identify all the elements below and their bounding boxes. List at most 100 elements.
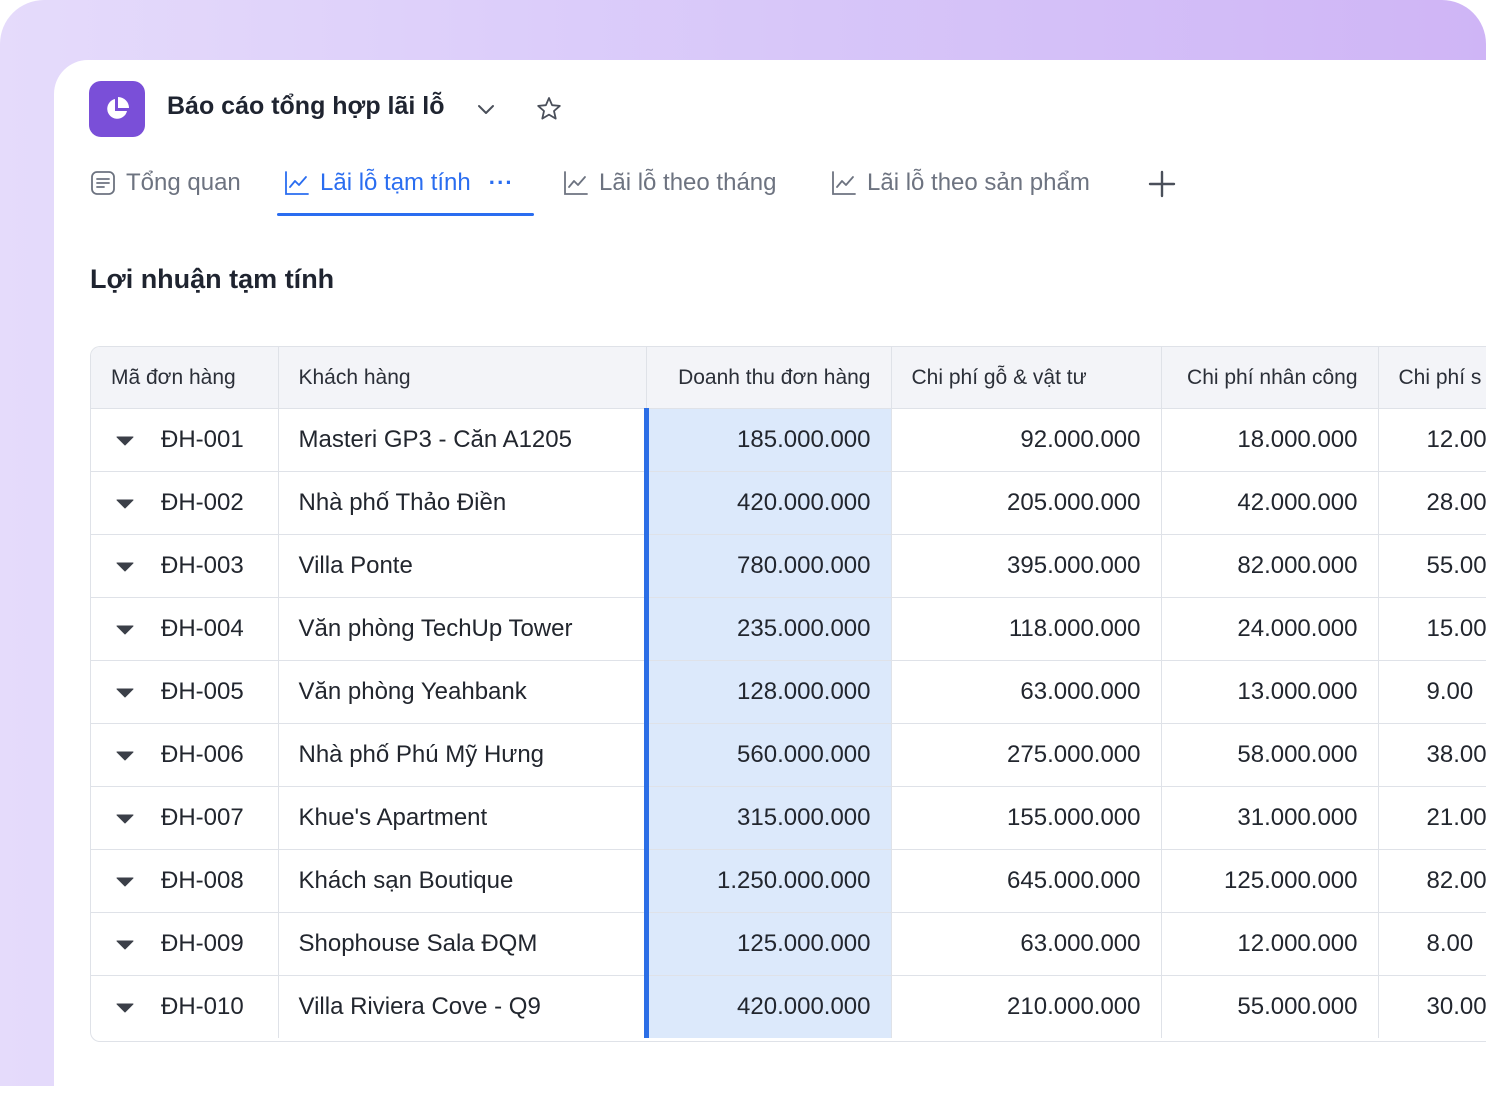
column-header[interactable]: Chi phí s: [1378, 347, 1486, 409]
table-cell: 12.000.000: [1161, 912, 1379, 976]
order-id: ĐH-008: [161, 867, 244, 894]
table-cell: ĐH-009: [91, 912, 279, 976]
tab-label: Lãi lỗ theo sản phẩm: [867, 169, 1090, 196]
column-header[interactable]: Mã đơn hàng: [91, 347, 279, 409]
table-cell: ĐH-008: [91, 849, 279, 913]
table-cell: 24.000.000: [1161, 597, 1379, 661]
table-cell: 560.000.000: [643, 723, 892, 787]
table-cell: 155.000.000: [891, 786, 1162, 850]
tab-lai-lo-tam-tinh[interactable]: Lãi lỗ tạm tính ···: [284, 166, 514, 200]
table-cell: 92.000.000: [891, 408, 1162, 472]
table-cell: Masteri GP3 - Căn A1205: [278, 408, 647, 472]
table-row[interactable]: ĐH-008 Khách sạn Boutique 1.250.000.000 645…: [91, 849, 1486, 913]
table-cell: 780.000.000: [643, 534, 892, 598]
page-title: Báo cáo tổng hợp lãi lỗ: [167, 92, 445, 120]
table-cell: 82.000.000: [1161, 534, 1379, 598]
document-icon: [91, 171, 115, 195]
table-cell: 30.00: [1378, 975, 1486, 1038]
table-cell: Nhà phố Phú Mỹ Hưng: [278, 723, 647, 787]
caret-down-icon[interactable]: [115, 687, 135, 699]
table-cell: ĐH-002: [91, 471, 279, 535]
table-row[interactable]: ĐH-003 Villa Ponte 780.000.000 395.000.000 8…: [91, 534, 1486, 598]
table-header-row: Mã đơn hàng Khách hàng Doanh thu đơn hàn…: [91, 347, 1486, 409]
table-row[interactable]: ĐH-002 Nhà phố Thảo Điền 420.000.000 205.00…: [91, 471, 1486, 535]
tab-lai-lo-theo-san-pham[interactable]: Lãi lỗ theo sản phẩm: [831, 166, 1090, 200]
add-tab-icon[interactable]: [1146, 168, 1178, 200]
table-cell: 9.00: [1378, 660, 1486, 724]
caret-down-icon[interactable]: [115, 939, 135, 951]
table-cell: 645.000.000: [891, 849, 1162, 913]
app-icon[interactable]: [89, 81, 145, 137]
caret-down-icon[interactable]: [115, 561, 135, 573]
table-row[interactable]: ĐH-004 Văn phòng TechUp Tower 235.000.000 1…: [91, 597, 1486, 661]
table-cell: 125.000.000: [643, 912, 892, 976]
column-header[interactable]: Khách hàng: [278, 347, 647, 409]
table-row[interactable]: ĐH-009 Shophouse Sala ĐQM 125.000.000 63.00…: [91, 912, 1486, 976]
table-cell: 315.000.000: [643, 786, 892, 850]
table-cell: 395.000.000: [891, 534, 1162, 598]
tab-tong-quan[interactable]: Tổng quan: [90, 166, 241, 200]
caret-down-icon[interactable]: [115, 813, 135, 825]
caret-down-icon[interactable]: [115, 498, 135, 510]
table-row[interactable]: ĐH-006 Nhà phố Phú Mỹ Hưng 560.000.000 275.…: [91, 723, 1486, 787]
profit-table: Mã đơn hàng Khách hàng Doanh thu đơn hàn…: [90, 346, 1486, 1042]
table-cell: 63.000.000: [891, 912, 1162, 976]
tab-label: Lãi lỗ theo tháng: [599, 169, 777, 196]
table-row[interactable]: ĐH-005 Văn phòng Yeahbank 128.000.000 63.00…: [91, 660, 1486, 724]
table-cell: Văn phòng TechUp Tower: [278, 597, 647, 661]
caret-down-icon[interactable]: [115, 876, 135, 888]
table-cell: 82.00: [1378, 849, 1486, 913]
caret-down-icon[interactable]: [115, 624, 135, 636]
table-cell: 38.00: [1378, 723, 1486, 787]
table-cell: Villa Ponte: [278, 534, 647, 598]
order-id: ĐH-005: [161, 678, 244, 705]
table-cell: ĐH-004: [91, 597, 279, 661]
caret-down-icon[interactable]: [115, 750, 135, 762]
tab-lai-lo-theo-thang[interactable]: Lãi lỗ theo tháng: [563, 166, 776, 200]
table-cell: ĐH-005: [91, 660, 279, 724]
table-cell: 8.00: [1378, 912, 1486, 976]
table-cell: ĐH-010: [91, 975, 279, 1038]
table-cell: 185.000.000: [643, 408, 892, 472]
caret-down-icon[interactable]: [115, 1002, 135, 1014]
table-cell: Nhà phố Thảo Điền: [278, 471, 647, 535]
table-cell: 128.000.000: [643, 660, 892, 724]
table-cell: 13.000.000: [1161, 660, 1379, 724]
active-tab-indicator: [277, 213, 534, 216]
column-header[interactable]: Chi phí gỗ & vật tư: [891, 347, 1162, 409]
table-cell: ĐH-006: [91, 723, 279, 787]
line-chart-icon: [285, 171, 309, 195]
table-cell: 28.00: [1378, 471, 1486, 535]
table-row[interactable]: ĐH-010 Villa Riviera Cove - Q9 420.000.000…: [91, 975, 1486, 1038]
order-id: ĐH-002: [161, 489, 244, 516]
section-title: Lợi nhuận tạm tính: [90, 264, 335, 294]
table-cell: 55.000.000: [1161, 975, 1379, 1038]
line-chart-icon: [564, 171, 588, 195]
table-cell: ĐH-001: [91, 408, 279, 472]
caret-down-icon[interactable]: [115, 435, 135, 447]
column-header[interactable]: Doanh thu đơn hàng: [646, 347, 892, 409]
star-icon[interactable]: [535, 95, 563, 123]
table-cell: 275.000.000: [891, 723, 1162, 787]
table-cell: Khue's Apartment: [278, 786, 647, 850]
table-cell: 58.000.000: [1161, 723, 1379, 787]
table-cell: 420.000.000: [643, 471, 892, 535]
order-id: ĐH-007: [161, 804, 244, 831]
more-options-icon[interactable]: ···: [489, 170, 514, 196]
table-row[interactable]: ĐH-007 Khue's Apartment 315.000.000 155.000…: [91, 786, 1486, 850]
table-cell: ĐH-007: [91, 786, 279, 850]
chevron-down-icon[interactable]: [474, 97, 498, 121]
table-row[interactable]: ĐH-001 Masteri GP3 - Căn A1205 185.000.000…: [91, 408, 1486, 472]
table-cell: 210.000.000: [891, 975, 1162, 1038]
table-cell: 125.000.000: [1161, 849, 1379, 913]
table-cell: Shophouse Sala ĐQM: [278, 912, 647, 976]
order-id: ĐH-003: [161, 552, 244, 579]
table-cell: Văn phòng Yeahbank: [278, 660, 647, 724]
table-cell: 205.000.000: [891, 471, 1162, 535]
column-header[interactable]: Chi phí nhân công: [1161, 347, 1379, 409]
table-cell: ĐH-003: [91, 534, 279, 598]
order-id: ĐH-004: [161, 615, 244, 642]
order-id: ĐH-010: [161, 993, 244, 1020]
table-cell: 12.00: [1378, 408, 1486, 472]
table-cell: 31.000.000: [1161, 786, 1379, 850]
